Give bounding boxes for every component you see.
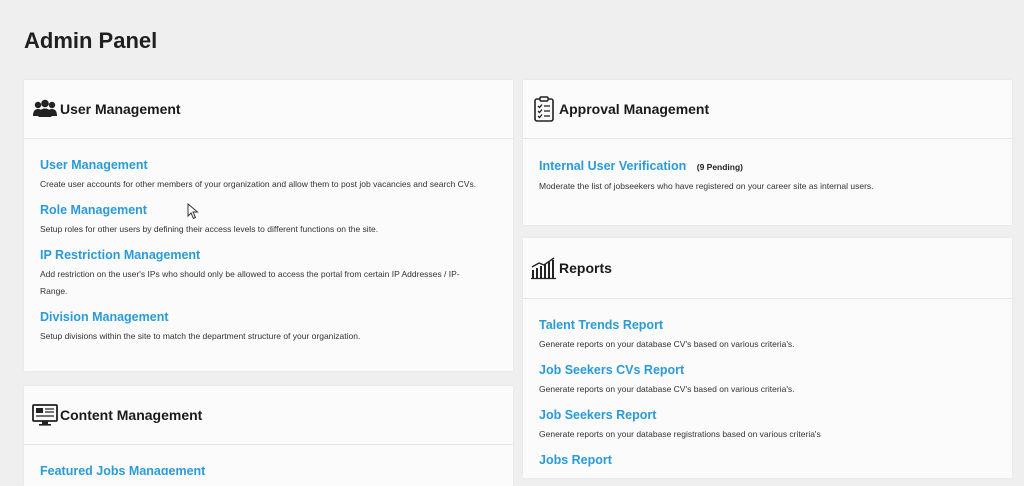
panel-body: User Management Create user accounts for… [24, 139, 513, 345]
item-description: Create user accounts for other members o… [40, 179, 477, 189]
clipboard-checklist-icon [531, 96, 557, 122]
users-icon [32, 96, 58, 122]
user-management-panel: User Management User Management Create u… [24, 80, 513, 371]
item-description: Setup divisions within the site to match… [40, 331, 361, 341]
item-description: Generate reports on your database CV's b… [539, 384, 795, 394]
panel-title: Content Management [60, 407, 203, 423]
panel-title: User Management [60, 101, 181, 117]
item-description: Add restriction on the user's IPs who sh… [40, 269, 460, 296]
item-description: Generate reports on your database CV's b… [539, 339, 795, 349]
division-management-link[interactable]: Division Management [40, 309, 497, 325]
featured-jobs-management-link[interactable]: Featured Jobs Management [40, 463, 497, 475]
user-management-link[interactable]: User Management [40, 157, 497, 173]
job-seekers-cvs-report-link[interactable]: Job Seekers CVs Report [539, 362, 996, 378]
ip-restriction-management-link[interactable]: IP Restriction Management [40, 247, 497, 263]
talent-trends-report-link[interactable]: Talent Trends Report [539, 317, 996, 333]
panel-header: Reports [523, 238, 1012, 299]
pending-badge: (9 Pending) [696, 162, 744, 172]
role-management-link[interactable]: Role Management [40, 202, 497, 218]
jobs-report-link[interactable]: Jobs Report [539, 452, 996, 468]
panel-body: Internal User Verification (9 Pending) M… [523, 139, 1012, 195]
panel-header: Content Management [24, 386, 513, 445]
page-title: Admin Panel [24, 28, 158, 53]
panel-body: Talent Trends Report Generate reports on… [523, 299, 1012, 468]
mouse-cursor-icon [187, 202, 199, 225]
job-seekers-report-link[interactable]: Job Seekers Report [539, 407, 996, 423]
item-description: Generate reports on your database regist… [539, 429, 821, 439]
panel-title: Approval Management [559, 101, 710, 117]
panel-title: Reports [559, 260, 612, 276]
content-management-panel: Content Management Featured Jobs Managem… [24, 386, 513, 486]
bar-chart-icon [531, 255, 557, 281]
item-description: Setup roles for other users by defining … [40, 224, 379, 234]
panel-body: Featured Jobs Management [24, 445, 513, 479]
panel-header: Approval Management [523, 80, 1012, 139]
monitor-icon [32, 402, 58, 428]
internal-user-verification-link[interactable]: Internal User Verification [539, 159, 686, 173]
reports-panel: Reports Talent Trends Report Generate re… [523, 238, 1012, 478]
approval-management-panel: Approval Management Internal User Verifi… [523, 80, 1012, 225]
panel-header: User Management [24, 80, 513, 139]
item-description: Moderate the list of jobseekers who have… [539, 181, 874, 191]
